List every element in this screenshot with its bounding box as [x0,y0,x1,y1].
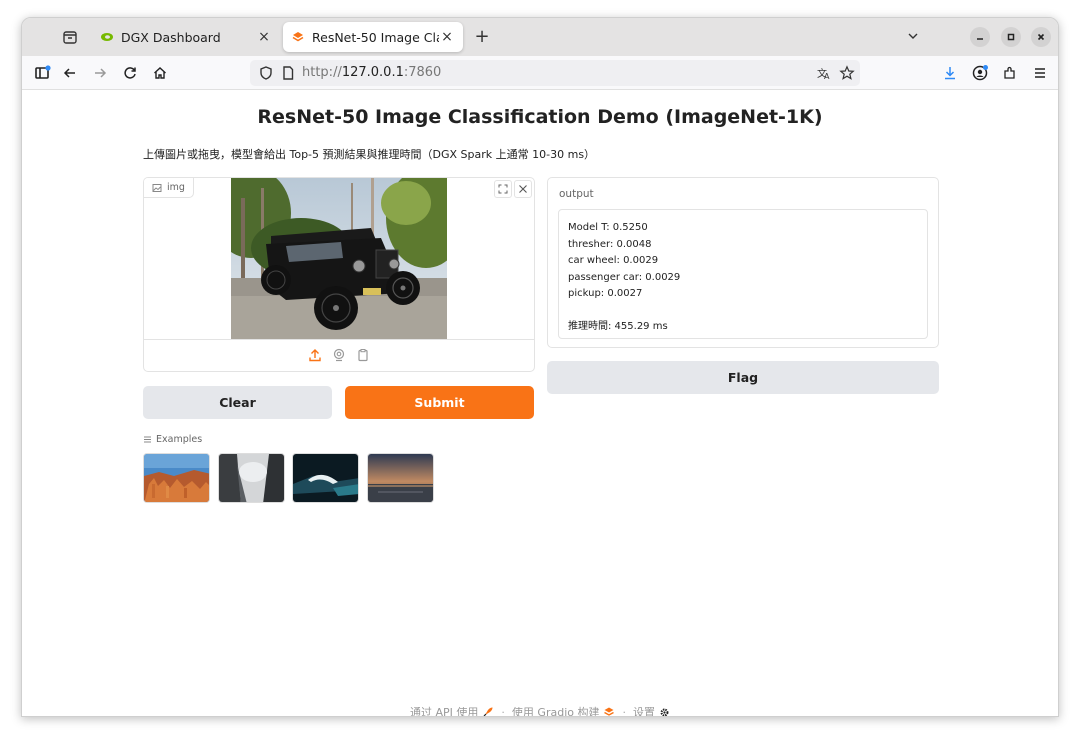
inference-time: 推理時間: 455.29 ms [568,320,668,332]
extensions-icon[interactable] [1000,63,1020,83]
image-icon [152,183,162,192]
tab-list-icon[interactable] [60,27,80,47]
output-textbox[interactable]: Model T: 0.5250 thresher: 0.0048 car whe… [558,209,928,339]
translate-icon[interactable]: 文A [816,65,832,85]
minimize-button[interactable] [970,27,990,47]
clipboard-icon[interactable] [356,347,370,366]
submit-button[interactable]: Submit [345,386,534,419]
examples-label-text: Examples [156,434,203,445]
hamburger-menu-icon[interactable] [1030,63,1050,83]
example-thumbnail[interactable] [292,453,359,503]
prediction-line: pickup: 0.0027 [568,288,643,299]
shield-icon[interactable] [258,65,274,85]
downloads-icon[interactable] [940,63,960,83]
account-icon[interactable] [970,63,990,83]
new-tab-button[interactable]: + [471,26,493,47]
nvidia-favicon-icon [101,33,113,41]
list-icon [144,436,151,443]
api-link[interactable]: 通过 API 使用 [410,704,478,716]
close-window-button[interactable] [1031,27,1051,47]
fullscreen-icon[interactable] [494,180,512,198]
image-source-bar [144,339,534,371]
flag-button[interactable]: Flag [547,361,939,394]
forward-arrow-icon[interactable] [90,63,110,83]
page-content: ResNet-50 Image Classification Demo (Ima… [22,90,1058,717]
page-description: 上傳圖片或拖曳，模型會給出 Top-5 預測結果與推理時間（DGX Spark … [143,148,596,161]
gradio-logo-icon [604,707,615,716]
tab-close-icon[interactable]: × [439,29,455,45]
tab-strip: DGX Dashboard × ResNet-50 Image Classifi… [22,18,1058,56]
clear-button[interactable]: Clear [143,386,332,419]
image-input-panel[interactable]: img [143,177,535,372]
gear-icon [660,708,669,716]
tab-dgx-dashboard[interactable]: DGX Dashboard × [92,22,280,52]
svg-text:A: A [824,72,830,81]
output-label: output [559,188,594,200]
tab-title: ResNet-50 Image Classific [312,29,439,45]
navigation-bar: http://127.0.0.1:7860 文A [22,56,1058,90]
upload-icon[interactable] [308,347,322,366]
maximize-button[interactable] [1001,27,1021,47]
back-arrow-icon[interactable] [60,63,80,83]
example-thumbnail[interactable] [367,453,434,503]
gradio-footer: 通过 API 使用 · 使用 Gradio 构建 · 设置 [22,704,1058,717]
prediction-line: Model T: 0.5250 [568,222,648,233]
bookmark-star-icon[interactable] [839,65,855,85]
gradio-favicon-icon [292,32,304,42]
chevron-down-icon[interactable] [905,28,921,44]
tab-title: DGX Dashboard [121,29,221,45]
built-with-gradio-link[interactable]: 使用 Gradio 构建 [512,704,600,716]
image-input-label: img [144,178,194,198]
prediction-line: car wheel: 0.0029 [568,255,659,266]
uploaded-image [231,178,447,339]
page-info-icon[interactable] [280,65,296,85]
home-icon[interactable] [150,63,170,83]
browser-window: DGX Dashboard × ResNet-50 Image Classifi… [21,17,1059,717]
footer-separator: · [501,705,505,717]
rocket-icon [483,707,493,716]
examples-label: Examples [143,434,202,445]
settings-link[interactable]: 设置 [633,704,655,716]
url-host: 127.0.0.1 [341,65,404,80]
image-toolbar [494,180,532,198]
page-title: ResNet-50 Image Classification Demo (Ima… [257,106,823,128]
tab-close-icon[interactable]: × [256,29,272,45]
url-text: http://127.0.0.1:7860 [302,65,441,80]
webcam-icon[interactable] [332,347,346,366]
image-input-label-text: img [167,182,185,193]
prediction-line: passenger car: 0.0029 [568,271,681,283]
reload-icon[interactable] [120,63,140,83]
output-panel: output Model T: 0.5250 thresher: 0.0048 … [547,177,939,348]
url-scheme: http:// [302,65,342,80]
address-bar[interactable]: http://127.0.0.1:7860 文A [250,60,860,86]
example-thumbnail[interactable] [218,453,285,503]
tab-resnet-demo[interactable]: ResNet-50 Image Classific × [283,22,463,52]
url-port: :7860 [403,65,442,80]
prediction-line: thresher: 0.0048 [568,238,652,250]
example-thumbnail[interactable] [143,453,210,503]
sidebar-icon[interactable] [32,63,52,83]
close-icon[interactable] [514,180,532,198]
footer-separator: · [622,705,626,717]
